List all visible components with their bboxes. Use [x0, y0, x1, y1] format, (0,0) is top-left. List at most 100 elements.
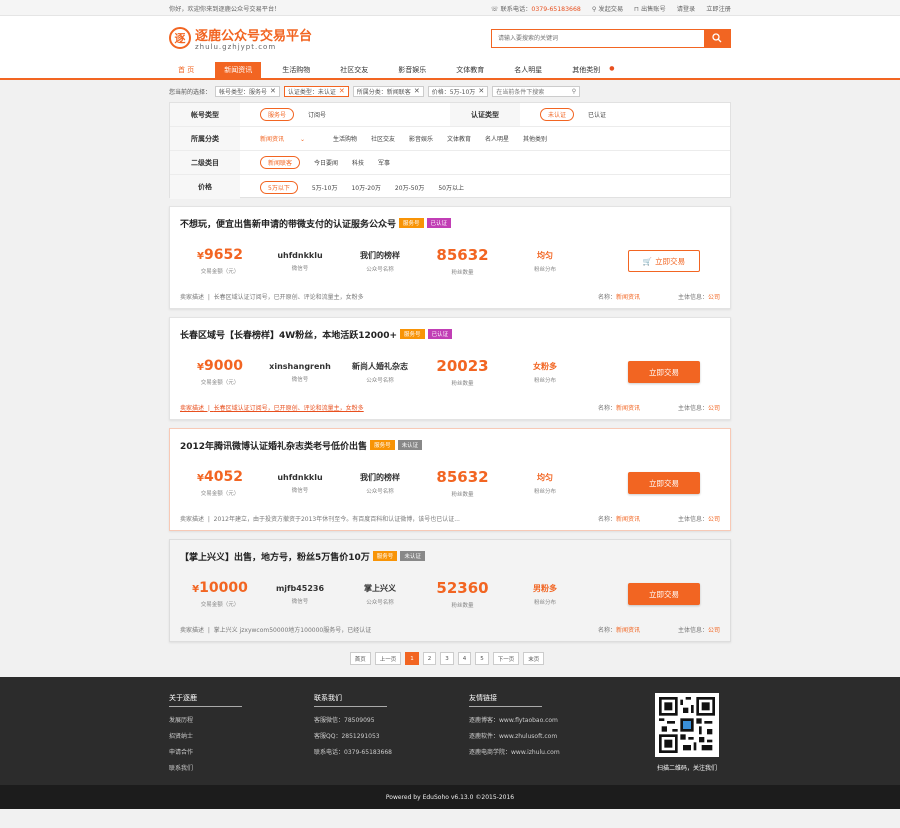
account-name: 掌上兴义 — [364, 583, 396, 593]
seller-desc: 卖家描述 | 长春区域认证订阅号，已开原创、评论和流量主，女粉多 — [180, 293, 364, 301]
filter-label: 帐号类型 — [170, 103, 240, 126]
chip-category[interactable]: 所属分类：新闻联客 ✕ — [352, 85, 424, 97]
wechat-id: mjfb45236 — [275, 583, 325, 593]
site-logo[interactable]: 逐 逐鹿公众号交易平台 zhulu.gzhjypt.com — [169, 25, 312, 51]
hot-icon: ● — [609, 65, 615, 72]
trade-button[interactable]: 立即交易 — [628, 361, 700, 383]
fans-count: 20023 — [436, 357, 489, 375]
filter-search-input[interactable]: 在当前条件下搜索 ⚲ — [492, 85, 581, 97]
nav-shopping[interactable]: 生活购物 — [273, 62, 319, 78]
nav-home[interactable]: 首 页 — [169, 62, 203, 78]
page-5[interactable]: 5 — [475, 652, 489, 665]
option-news-client[interactable]: 新闻联客 — [260, 156, 301, 169]
option-military[interactable]: 军事 — [378, 158, 390, 167]
option-shopping[interactable]: 生活购物 — [333, 134, 357, 143]
footer-text: 客服微信：78509095 — [314, 717, 375, 724]
listing-title[interactable]: 【掌上兴义】出售，地方号，粉丝5万售价10万 服务号 未认证 — [180, 540, 720, 572]
seller-desc: 卖家描述 | 2012年建立，由于投资方撤资于2013年休刊至今。有百度百科和认… — [180, 515, 460, 523]
listing-card[interactable]: 长春区域号【长春榜样】4W粉丝，本地活跃12000+ 服务号 已认证 ¥9000 交易金… — [169, 317, 731, 420]
trade-button[interactable]: 立即交易 — [628, 472, 700, 494]
option-price-2[interactable]: 5万-10万 — [312, 183, 338, 192]
option-service[interactable]: 服务号 — [260, 108, 295, 121]
trade-button[interactable]: 🛒 立即交易 — [628, 250, 700, 272]
option-entertainment[interactable]: 影音娱乐 — [409, 134, 433, 143]
footer-link[interactable]: 招贤纳士 — [169, 731, 314, 740]
name-col: 我们的榜样 公众号名称 — [340, 250, 420, 273]
option-price-4[interactable]: 20万-50万 — [395, 183, 424, 192]
category-meta: 名称：新闻资讯 — [597, 293, 640, 301]
search-bar — [491, 28, 731, 48]
close-icon[interactable]: ✕ — [478, 87, 484, 95]
nav-other[interactable]: 其他类别 — [563, 62, 609, 78]
option-other[interactable]: 其他类别 — [523, 134, 547, 143]
chip-price[interactable]: 价格：5万-10万 ✕ — [427, 85, 489, 97]
option-tech[interactable]: 科技 — [352, 158, 364, 167]
option-education[interactable]: 文体教育 — [447, 134, 471, 143]
page-4[interactable]: 4 — [457, 652, 472, 665]
option-news[interactable]: 新闻资讯 ⌄ — [260, 134, 319, 143]
listing-title[interactable]: 不想玩，便宜出售新申请的带微支付的认证服务公众号 服务号 已认证 — [180, 207, 720, 239]
page-prev[interactable]: 上一页 — [374, 652, 402, 665]
footer-link[interactable]: 逐鹿软件：www.zhulusoft.com — [469, 731, 614, 740]
fans-col: 85632 粉丝数量 — [420, 468, 505, 498]
nav-entertainment[interactable]: 影音娱乐 — [389, 62, 435, 78]
fans-distribution: 均匀 — [537, 472, 553, 482]
nav-news[interactable]: 新闻资讯 — [215, 62, 262, 78]
listing-title[interactable]: 长春区域号【长春榜样】4W粉丝，本地活跃12000+ 服务号 已认证 — [180, 318, 720, 350]
account-name: 我们的榜样 — [360, 472, 400, 482]
phone-icon: ☏ — [490, 5, 499, 13]
sell-link[interactable]: ⊓ 出售账号 — [634, 4, 666, 13]
footer-link[interactable]: 申请合作 — [169, 747, 314, 756]
listing-card[interactable]: 2012年腾讯微博认证婚礼杂志类老号低价出售 服务号 未认证 ¥4052 交易金额（元）… — [169, 428, 731, 531]
close-icon[interactable]: ✕ — [339, 87, 345, 95]
footer-heading: 友情链接 — [469, 693, 542, 707]
tag-cert: 已认证 — [427, 329, 453, 339]
top-bar: 你好，欢迎你来到逐鹿公众号交易平台！ ☏ 联系电话：0379-65183668 … — [0, 0, 900, 16]
trade-button[interactable]: 立即交易 — [628, 583, 700, 605]
owner-meta: 主体信息：公司 — [677, 293, 720, 301]
listing-card[interactable]: 【掌上兴义】出售，地方号，粉丝5万售价10万 服务号 未认证 ¥10000 交易金额（元… — [169, 539, 731, 642]
publish-link[interactable]: ⚲ 发起交易 — [592, 4, 623, 13]
option-subscription[interactable]: 订阅号 — [308, 110, 326, 119]
option-social[interactable]: 社区交友 — [371, 134, 395, 143]
footer-link[interactable]: 逐鹿博客：www.flytaobao.com — [469, 715, 614, 724]
chip-cert-type[interactable]: 认证类型：未认证 ✕ — [283, 85, 349, 97]
selected-label: 您当前的选择： — [169, 88, 212, 96]
close-icon[interactable]: ✕ — [270, 87, 276, 95]
filter-row-type: 帐号类型 服务号 订阅号 认证类型 未认证 已认证 — [170, 103, 730, 127]
login-link[interactable]: 请登录 — [677, 4, 696, 13]
owner-meta: 主体信息：公司 — [677, 626, 720, 634]
option-certified[interactable]: 已认证 — [588, 110, 606, 119]
listing-title[interactable]: 2012年腾讯微博认证婚礼杂志类老号低价出售 服务号 未认证 — [180, 429, 720, 461]
option-price-1[interactable]: 5万以下 — [260, 180, 298, 194]
option-celebrity[interactable]: 名人明星 — [485, 134, 509, 143]
search-button[interactable] — [704, 29, 730, 47]
footer-link[interactable]: 发展历程 — [169, 715, 314, 724]
nav-celebrity[interactable]: 名人明星 — [505, 62, 551, 78]
page-1[interactable]: 1 — [405, 652, 419, 665]
chip-account-type[interactable]: 帐号类型：服务号 ✕ — [215, 85, 280, 97]
nav-social[interactable]: 社区交友 — [331, 62, 377, 78]
register-link[interactable]: 立即注册 — [706, 4, 731, 13]
bag-icon: ⊓ — [634, 5, 639, 13]
page-3[interactable]: 3 — [440, 652, 454, 665]
search-input[interactable] — [492, 29, 704, 47]
option-price-5[interactable]: 50万以上 — [438, 183, 464, 192]
page-next[interactable]: 下一页 — [492, 652, 520, 665]
footer-link[interactable]: 联系我们 — [169, 763, 314, 772]
close-icon[interactable]: ✕ — [414, 87, 420, 95]
page-last[interactable]: 末页 — [523, 652, 545, 665]
header: 逐 逐鹿公众号交易平台 zhulu.gzhjypt.com — [0, 16, 900, 60]
option-uncertified[interactable]: 未认证 — [540, 108, 575, 121]
greeting-text: 你好，欢迎你来到逐鹿公众号交易平台！ — [169, 5, 281, 13]
filter-row-subcategory: 二级类目 新闻联客 今日要闻 科技 军事 — [170, 151, 730, 175]
page-2[interactable]: 2 — [422, 652, 437, 665]
page-first[interactable]: 首页 — [349, 652, 371, 665]
fans-col: 52360 粉丝数量 — [420, 579, 505, 609]
nav-education[interactable]: 文体教育 — [447, 62, 493, 78]
option-headlines[interactable]: 今日要闻 — [314, 158, 338, 167]
option-price-3[interactable]: 10万-20万 — [351, 183, 380, 192]
listing-card[interactable]: 不想玩，便宜出售新申请的带微支付的认证服务公众号 服务号 已认证 ¥9652 交易金额（… — [169, 206, 731, 309]
footer-link[interactable]: 逐鹿电商学院：www.izhulu.com — [469, 747, 614, 756]
tag-service: 服务号 — [400, 329, 425, 339]
